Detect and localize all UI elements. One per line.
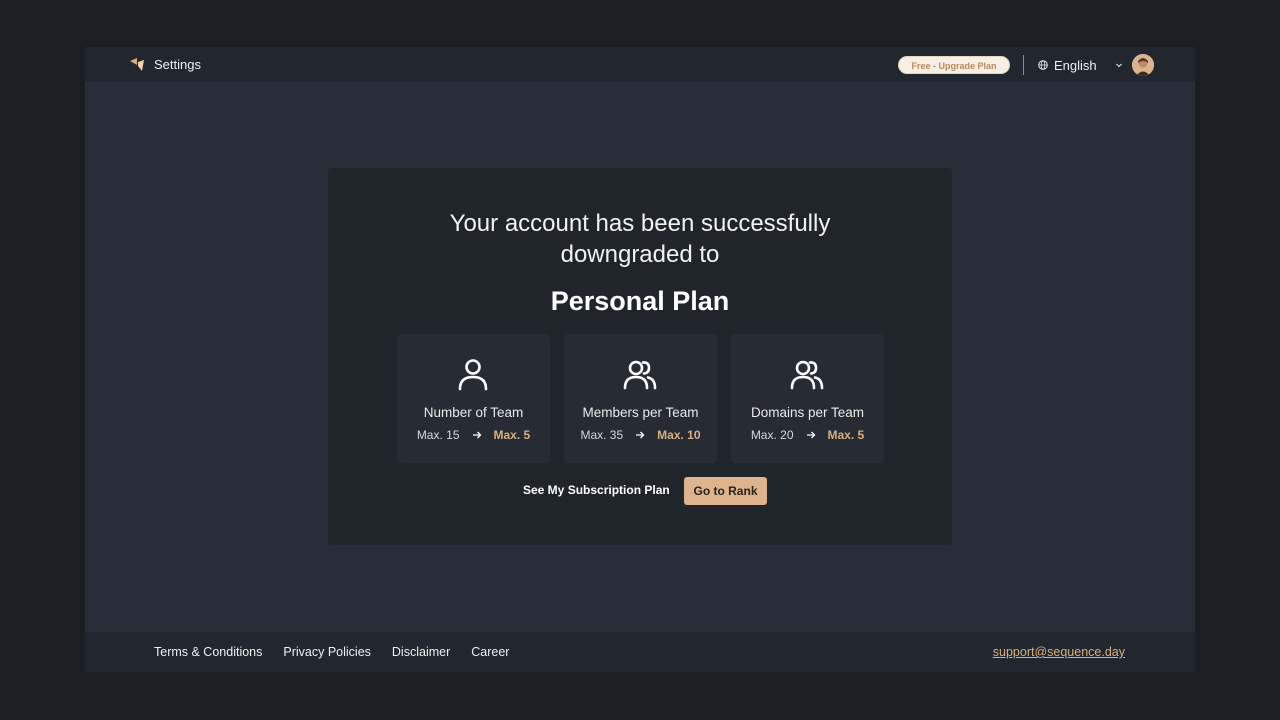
limit-values: Max. 20 Max. 5 bbox=[731, 428, 884, 442]
user-icon bbox=[458, 359, 488, 391]
arrow-right-icon bbox=[636, 431, 645, 439]
arrow-right-icon bbox=[806, 431, 815, 439]
go-to-rank-button[interactable]: Go to Rank bbox=[684, 477, 767, 505]
limit-card-domains: Domains per Team Max. 20 Max. 5 bbox=[731, 334, 884, 463]
limit-card-members: Members per Team Max. 35 Max. 10 bbox=[564, 334, 717, 463]
page-title: Settings bbox=[154, 57, 201, 72]
globe-icon bbox=[1038, 60, 1048, 70]
footer-link-disclaimer[interactable]: Disclaimer bbox=[392, 645, 450, 659]
limits-list: Number of Team Max. 15 Max. 5 Members pe… bbox=[397, 334, 884, 463]
downgrade-confirmation-card: Your account has been successfully downg… bbox=[328, 168, 952, 545]
limit-label: Members per Team bbox=[582, 405, 699, 420]
language-label: English bbox=[1054, 57, 1097, 73]
limit-label: Domains per Team bbox=[750, 405, 865, 420]
app-frame: Settings Free - Upgrade Plan English You… bbox=[85, 47, 1195, 672]
logo-icon bbox=[130, 58, 144, 71]
footer-link-career[interactable]: Career bbox=[471, 645, 509, 659]
footer-link-terms[interactable]: Terms & Conditions bbox=[154, 645, 262, 659]
limit-old-value: Max. 20 bbox=[750, 428, 794, 442]
headline-line-2: downgraded to bbox=[560, 241, 720, 268]
limit-old-value: Max. 15 bbox=[416, 428, 460, 442]
limit-card-teams: Number of Team Max. 15 Max. 5 bbox=[397, 334, 550, 463]
chevron-down-icon bbox=[1115, 63, 1122, 68]
limit-values: Max. 35 Max. 10 bbox=[564, 428, 717, 442]
users-icon bbox=[623, 360, 657, 390]
limit-label: Number of Team bbox=[423, 405, 524, 420]
footer-link-privacy[interactable]: Privacy Policies bbox=[283, 645, 371, 659]
top-bar: Settings Free - Upgrade Plan English bbox=[85, 47, 1195, 82]
header-divider bbox=[1023, 55, 1024, 75]
headline-line-1: Your account has been successfully bbox=[449, 210, 831, 237]
limit-new-value: Max. 5 bbox=[827, 428, 865, 442]
language-selector[interactable]: English bbox=[1038, 57, 1123, 73]
limit-old-value: Max. 35 bbox=[580, 428, 624, 442]
avatar-icon bbox=[1132, 54, 1154, 76]
see-subscription-plan-link[interactable]: See My Subscription Plan bbox=[523, 483, 670, 497]
support-email-link[interactable]: support@sequence.day bbox=[993, 645, 1125, 659]
avatar[interactable] bbox=[1132, 54, 1154, 76]
card-actions: See My Subscription Plan Go to Rank bbox=[328, 477, 952, 505]
limit-values: Max. 15 Max. 5 bbox=[397, 428, 550, 442]
limit-new-value: Max. 5 bbox=[493, 428, 531, 442]
headline: Your account has been successfully downg… bbox=[328, 208, 952, 270]
limit-new-value: Max. 10 bbox=[657, 428, 701, 442]
arrow-right-icon bbox=[472, 431, 481, 439]
upgrade-plan-button[interactable]: Free - Upgrade Plan bbox=[898, 56, 1010, 74]
plan-name: Personal Plan bbox=[550, 286, 730, 316]
footer-links: Terms & Conditions Privacy Policies Disc… bbox=[154, 645, 509, 659]
footer: Terms & Conditions Privacy Policies Disc… bbox=[85, 632, 1195, 672]
users-icon bbox=[790, 360, 824, 390]
